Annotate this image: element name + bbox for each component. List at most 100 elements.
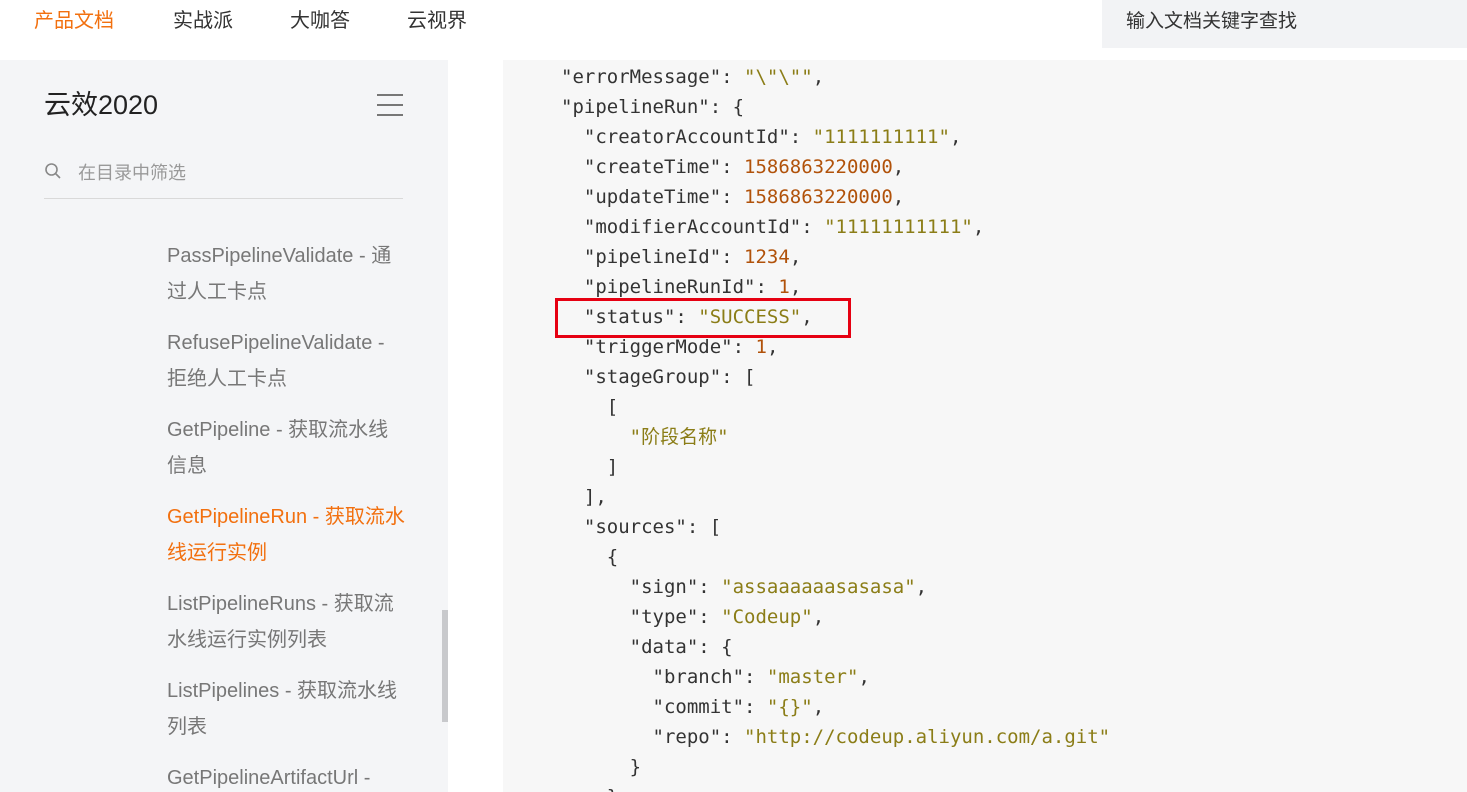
code-line: "errorMessage": "\"\"", [561, 62, 1110, 92]
code-token: "阶段名称" [561, 426, 729, 448]
doc-search-box [1102, 0, 1467, 48]
code-token: 1586863220000 [744, 186, 893, 208]
code-token: "updateTime" [561, 186, 722, 208]
code-line: } [561, 752, 1110, 782]
code-token: , [972, 216, 985, 238]
code-token: "http://codeup.aliyun.com/a.git" [744, 726, 1111, 748]
code-token: : [721, 66, 745, 88]
code-token: : { [698, 636, 733, 658]
code-token: "createTime" [561, 156, 722, 178]
code-token: , [915, 576, 928, 598]
code-token: : [789, 126, 813, 148]
code-token: ] [561, 456, 619, 478]
code-line: "阶段名称" [561, 422, 1110, 452]
code-token: "1111111111" [812, 126, 950, 148]
code-token: : [801, 216, 825, 238]
topnav-item-practice[interactable]: 实战派 [173, 8, 233, 34]
code-token: "Codeup" [721, 606, 813, 628]
code-token: , [812, 66, 825, 88]
code-token: "pipelineRunId" [561, 276, 756, 298]
top-navigation-bar: 产品文档 实战派 大咖答 云视界 [0, 0, 1467, 60]
toc-item-get-pipeline-run[interactable]: GetPipelineRun - 获取流水线运行实例 [167, 499, 407, 571]
code-token: "commit" [561, 696, 745, 718]
code-token: , [812, 696, 825, 718]
code-line: "sources": [ [561, 512, 1110, 542]
hamburger-menu-icon[interactable] [377, 94, 403, 116]
code-token: : [744, 666, 767, 688]
code-token: ], [561, 486, 607, 508]
code-token: "\"\"" [744, 66, 813, 88]
code-token: : [721, 726, 745, 748]
toc-item-list-pipelines[interactable]: ListPipelines - 获取流水线列表 [167, 673, 407, 745]
code-line: "data": { [561, 632, 1110, 662]
code-token: : [698, 576, 722, 598]
toc-item-pass-pipeline-validate[interactable]: PassPipelineValidate - 通过人工卡点 [167, 238, 407, 310]
code-token: "repo" [561, 726, 722, 748]
toc-item-refuse-pipeline-validate[interactable]: RefusePipelineValidate - 拒绝人工卡点 [167, 325, 407, 397]
status-highlight-box [555, 298, 851, 338]
code-token: 1234 [744, 246, 790, 268]
json-response-code: "errorMessage": "\"\"", "pipelineRun": { … [561, 62, 1110, 792]
code-token: { [561, 546, 619, 568]
code-token: "11111111111" [824, 216, 973, 238]
code-token: "assaaaaaasasasa" [721, 576, 916, 598]
sidebar: 云效2020 PassPipelineValidate - 通过人工卡点 Ref… [0, 60, 448, 792]
toc-item-get-pipeline[interactable]: GetPipeline - 获取流水线信息 [167, 412, 407, 484]
code-line: "repo": "http://codeup.aliyun.com/a.git" [561, 722, 1111, 752]
code-token: : [721, 246, 745, 268]
sidebar-title: 云效2020 [44, 90, 159, 120]
toc-item-get-pipeline-artifact-url[interactable]: GetPipelineArtifactUrl - [167, 760, 407, 792]
code-token: , [858, 666, 870, 688]
code-token: , [789, 246, 802, 268]
code-token: "pipelineId" [561, 246, 722, 268]
code-token: "creatorAccountId" [561, 126, 790, 148]
code-token: , [766, 336, 779, 358]
code-token: : [721, 156, 745, 178]
code-token: [ [561, 396, 619, 418]
code-token: : [698, 606, 722, 628]
code-token: 1 [778, 276, 790, 298]
code-token: "modifierAccountId" [561, 216, 802, 238]
code-token: "type" [561, 606, 699, 628]
code-line: "pipelineRun": { [561, 92, 1110, 122]
code-line: "branch": "master", [561, 662, 1110, 692]
code-line: "modifierAccountId": "11111111111", [561, 212, 1110, 242]
toc-filter [44, 154, 403, 199]
code-line: "updateTime": 1586863220000, [561, 182, 1110, 212]
code-line: "createTime": 1586863220000, [561, 152, 1110, 182]
code-token: "stageGroup" [561, 366, 722, 388]
code-token: : [732, 336, 756, 358]
code-token: , [949, 126, 962, 148]
code-token: 1 [755, 336, 767, 358]
toc-list: PassPipelineValidate - 通过人工卡点 RefusePipe… [167, 238, 407, 792]
code-line: } [561, 782, 1110, 792]
code-token: "data" [561, 636, 699, 658]
code-token: , [892, 156, 905, 178]
code-token: } [561, 786, 618, 792]
code-line: { [561, 542, 1110, 572]
code-token: 1586863220000 [744, 156, 893, 178]
topnav-item-product-docs[interactable]: 产品文档 [34, 8, 114, 34]
code-token: "branch" [561, 666, 745, 688]
topnav-item-expert-qa[interactable]: 大咖答 [290, 8, 350, 34]
code-token: : [755, 276, 779, 298]
code-line: "sign": "assaaaaaasasasa", [561, 572, 1110, 602]
code-line: "stageGroup": [ [561, 362, 1110, 392]
code-token: "pipelineRun" [561, 96, 710, 118]
code-token: "sources" [561, 516, 687, 538]
code-token: "master" [766, 666, 859, 688]
code-token: : [ [721, 366, 756, 388]
toc-item-list-pipeline-runs[interactable]: ListPipelineRuns - 获取流水线运行实例列表 [167, 586, 407, 658]
code-token: "sign" [561, 576, 699, 598]
code-token: , [789, 276, 802, 298]
code-token: , [892, 186, 905, 208]
code-line: "creatorAccountId": "1111111111", [561, 122, 1110, 152]
toc-filter-input[interactable] [76, 158, 380, 188]
topnav-item-cloud-vision[interactable]: 云视界 [407, 8, 467, 34]
code-line: ], [561, 482, 1110, 512]
code-line: "commit": "{}", [561, 692, 1110, 722]
code-token: , [812, 606, 825, 628]
doc-search-input[interactable] [1124, 0, 1458, 44]
code-token: "{}" [766, 696, 813, 718]
code-token: "triggerMode" [561, 336, 733, 358]
